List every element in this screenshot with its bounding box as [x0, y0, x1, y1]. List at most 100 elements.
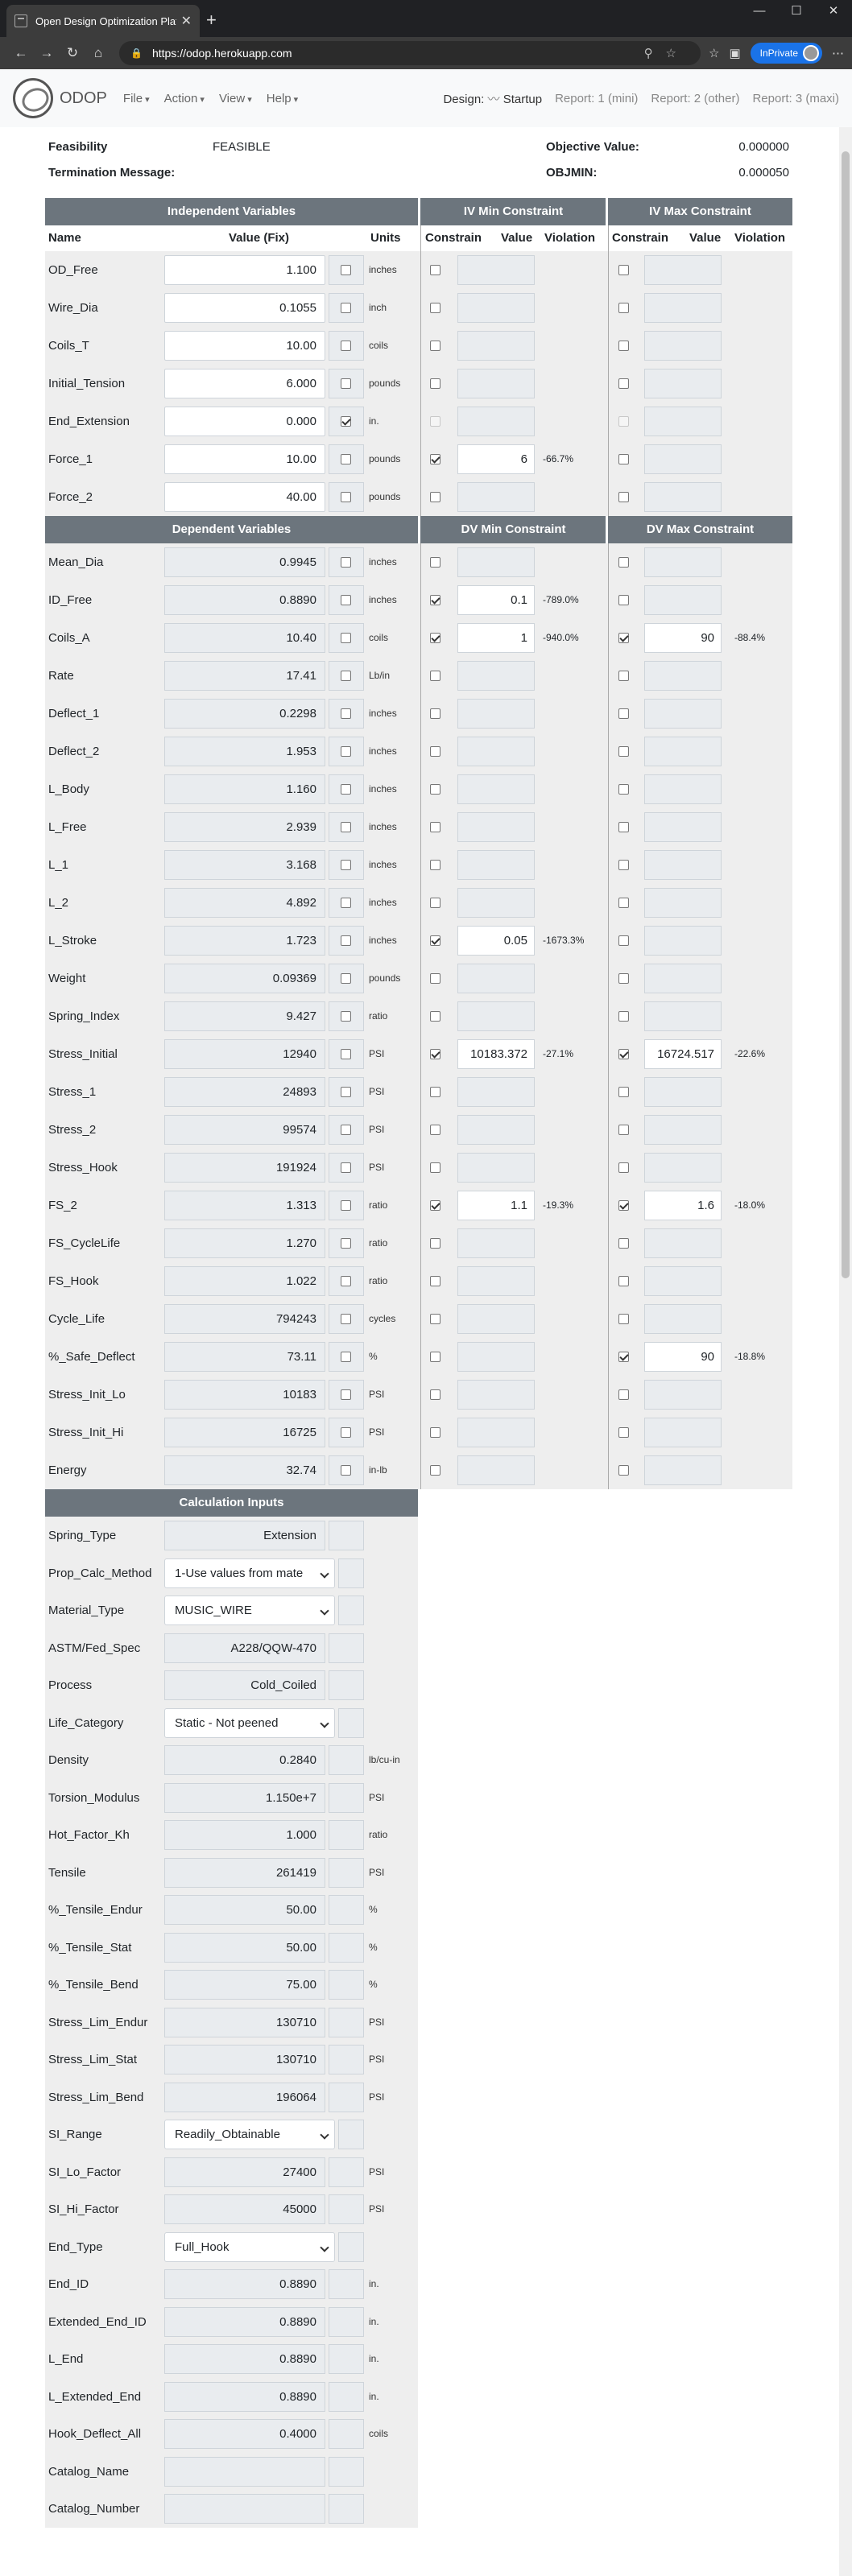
report-1-link[interactable]: Report: 1 (mini): [555, 92, 638, 105]
min-constraint-checkbox[interactable]: [430, 265, 440, 275]
min-constraint-checkbox[interactable]: [430, 1087, 440, 1097]
fix-checkbox[interactable]: [341, 1087, 351, 1097]
min-constraint-checkbox[interactable]: [430, 822, 440, 832]
max-constraint-checkbox[interactable]: [618, 1465, 629, 1476]
max-constraint-checkbox[interactable]: [618, 1049, 629, 1059]
refresh-icon[interactable]: ↻: [60, 45, 85, 61]
min-constraint-checkbox[interactable]: [430, 1352, 440, 1362]
fix-checkbox[interactable]: [341, 1352, 351, 1362]
min-constraint-checkbox[interactable]: [430, 671, 440, 681]
browser-tab[interactable]: Open Design Optimization Platf ✕: [6, 5, 200, 37]
max-constraint-checkbox[interactable]: [618, 492, 629, 502]
fix-checkbox[interactable]: [341, 1162, 351, 1173]
variable-value-input[interactable]: 10.00: [164, 331, 325, 361]
calc-input-select[interactable]: MUSIC_WIRE: [164, 1596, 335, 1625]
min-constraint-checkbox[interactable]: [430, 784, 440, 795]
max-constraint-checkbox[interactable]: [618, 303, 629, 313]
fix-checkbox[interactable]: [341, 1427, 351, 1438]
fix-checkbox[interactable]: [341, 1238, 351, 1249]
max-constraint-checkbox[interactable]: [618, 341, 629, 351]
max-constraint-value[interactable]: 1.6: [644, 1191, 722, 1220]
max-constraint-checkbox[interactable]: [618, 1125, 629, 1135]
min-constraint-checkbox[interactable]: [430, 341, 440, 351]
fix-checkbox[interactable]: [341, 1465, 351, 1476]
fix-checkbox[interactable]: [341, 784, 351, 795]
max-constraint-checkbox[interactable]: [618, 1276, 629, 1286]
fix-checkbox[interactable]: [341, 378, 351, 389]
favorites-icon[interactable]: ☆: [709, 46, 719, 60]
close-window-icon[interactable]: ✕: [815, 0, 852, 24]
max-constraint-checkbox[interactable]: [618, 1352, 629, 1362]
max-constraint-checkbox[interactable]: [618, 557, 629, 568]
min-constraint-checkbox[interactable]: [430, 898, 440, 908]
min-constraint-checkbox[interactable]: [430, 557, 440, 568]
menu-view[interactable]: View: [219, 92, 252, 105]
max-constraint-checkbox[interactable]: [618, 973, 629, 984]
fix-checkbox[interactable]: [341, 454, 351, 464]
max-constraint-checkbox[interactable]: [618, 746, 629, 757]
min-constraint-checkbox[interactable]: [430, 595, 440, 605]
fix-checkbox[interactable]: [341, 492, 351, 502]
fix-checkbox[interactable]: [341, 935, 351, 946]
fix-checkbox[interactable]: [341, 1200, 351, 1211]
min-constraint-checkbox[interactable]: [430, 1011, 440, 1022]
max-constraint-checkbox[interactable]: [618, 898, 629, 908]
report-3-link[interactable]: Report: 3 (maxi): [752, 92, 839, 105]
fix-checkbox[interactable]: [341, 1049, 351, 1059]
min-constraint-checkbox[interactable]: [430, 1465, 440, 1476]
new-tab-icon[interactable]: +: [206, 10, 217, 31]
min-constraint-checkbox[interactable]: [430, 860, 440, 870]
fix-checkbox[interactable]: [341, 595, 351, 605]
max-constraint-checkbox[interactable]: [618, 265, 629, 275]
max-constraint-checkbox[interactable]: [618, 378, 629, 389]
max-constraint-checkbox[interactable]: [618, 416, 629, 427]
max-constraint-checkbox[interactable]: [618, 1427, 629, 1438]
min-constraint-value[interactable]: 1.1: [457, 1191, 535, 1220]
min-constraint-checkbox[interactable]: [430, 378, 440, 389]
page-scrollbar[interactable]: [839, 127, 852, 2576]
more-icon[interactable]: ⋯: [832, 46, 844, 60]
fix-checkbox[interactable]: [341, 708, 351, 719]
min-constraint-checkbox[interactable]: [430, 416, 440, 427]
calc-input-select[interactable]: Full_Hook: [164, 2231, 335, 2262]
min-constraint-value[interactable]: 6: [457, 444, 535, 474]
calc-input-select[interactable]: 1-Use values from mate: [164, 1558, 335, 1588]
zoom-favorite-icons[interactable]: ⚲☆: [644, 46, 689, 60]
max-constraint-checkbox[interactable]: [618, 1200, 629, 1211]
max-constraint-checkbox[interactable]: [618, 595, 629, 605]
back-icon[interactable]: ←: [8, 45, 34, 61]
fix-checkbox[interactable]: [341, 341, 351, 351]
brand[interactable]: ODOP: [13, 78, 107, 118]
max-constraint-checkbox[interactable]: [618, 1011, 629, 1022]
min-constraint-checkbox[interactable]: [430, 1125, 440, 1135]
min-constraint-checkbox[interactable]: [430, 1314, 440, 1324]
min-constraint-value[interactable]: 10183.372: [457, 1039, 535, 1069]
fix-checkbox[interactable]: [341, 265, 351, 275]
max-constraint-checkbox[interactable]: [618, 671, 629, 681]
max-constraint-value[interactable]: 16724.517: [644, 1039, 722, 1069]
fix-checkbox[interactable]: [341, 1389, 351, 1400]
close-tab-icon[interactable]: ✕: [181, 13, 192, 29]
calc-input-select[interactable]: Readily_Obtainable: [164, 2120, 335, 2149]
min-constraint-value[interactable]: 0.1: [457, 585, 535, 615]
menu-help[interactable]: Help: [267, 92, 298, 105]
fix-checkbox[interactable]: [341, 1011, 351, 1022]
min-constraint-checkbox[interactable]: [430, 1200, 440, 1211]
fix-checkbox[interactable]: [341, 1314, 351, 1324]
min-constraint-value[interactable]: 1: [457, 623, 535, 653]
min-constraint-checkbox[interactable]: [430, 492, 440, 502]
fix-checkbox[interactable]: [341, 1276, 351, 1286]
min-constraint-checkbox[interactable]: [430, 935, 440, 946]
minimize-icon[interactable]: —: [741, 0, 778, 24]
min-constraint-checkbox[interactable]: [430, 1162, 440, 1173]
variable-value-input[interactable]: 40.00: [164, 482, 325, 512]
variable-value-input[interactable]: 10.00: [164, 444, 325, 474]
max-constraint-value[interactable]: 90: [644, 1342, 722, 1372]
max-constraint-checkbox[interactable]: [618, 1162, 629, 1173]
url-input[interactable]: 🔒 https://odop.herokuapp.com ⚲☆: [119, 41, 701, 65]
menu-action[interactable]: Action: [164, 92, 205, 105]
max-constraint-checkbox[interactable]: [618, 633, 629, 643]
forward-icon[interactable]: →: [34, 45, 60, 61]
report-2-link[interactable]: Report: 2 (other): [651, 92, 739, 105]
min-constraint-checkbox[interactable]: [430, 454, 440, 464]
